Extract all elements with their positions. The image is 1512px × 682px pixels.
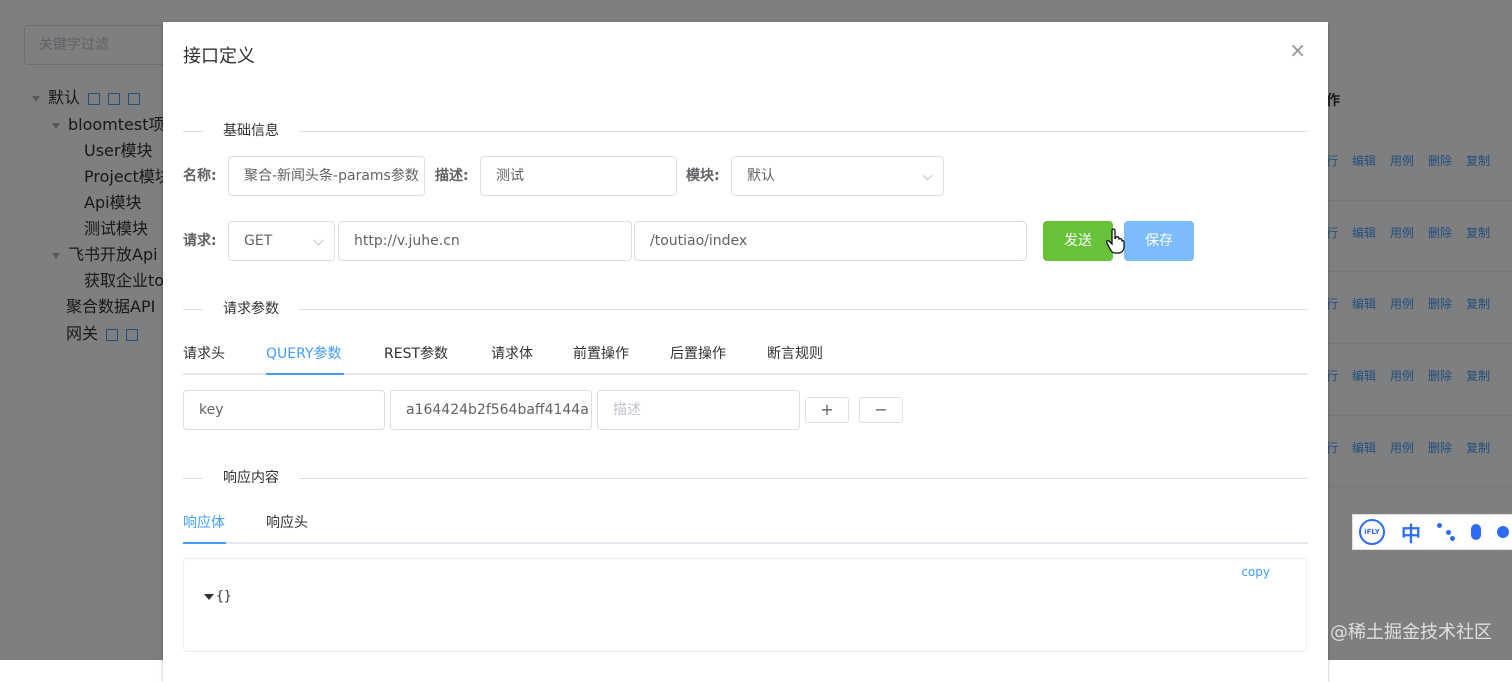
param-tabs: 请求头 QUERY参数 REST参数 请求体 前置操作 后置操作 断言规则 [183,334,1308,374]
send-button[interactable]: 发送 [1043,221,1113,261]
dialog-title: 接口定义 [183,46,255,67]
request-label: 请求: [183,233,217,249]
request-params-divider: 请求参数 [183,299,1308,319]
response-body-viewer: copy {} [183,558,1307,652]
tabs-underline [183,542,1308,544]
close-icon[interactable]: × [1289,40,1306,60]
ifly-logo-icon[interactable]: iFLY [1359,519,1385,545]
tab-rest-params[interactable]: REST参数 [384,334,448,374]
section-title: 请求参数 [203,299,299,319]
method-select[interactable]: GET [228,221,335,261]
add-param-button[interactable]: + [805,397,849,423]
watermark: @稀土掘金技术社区 [1330,622,1492,643]
desc-input[interactable]: 测试 [480,156,677,196]
json-tree: {} [204,589,232,604]
copy-button[interactable]: copy [1241,565,1270,579]
active-tab-indicator [266,373,344,375]
module-label: 模块: [686,168,720,184]
section-title: 响应内容 [203,468,299,488]
path-input[interactable]: /toutiao/index [634,221,1027,261]
param-key-input[interactable]: key [183,390,385,430]
punctuation-icon[interactable] [1437,523,1455,541]
tab-assertion-rules[interactable]: 断言规则 [767,334,823,374]
user-icon[interactable] [1497,526,1509,538]
tab-post-operation[interactable]: 后置操作 [670,334,726,374]
tab-request-body[interactable]: 请求体 [491,334,533,374]
ime-toolbar: iFLY 中 [1352,514,1512,550]
module-select[interactable]: 默认 [731,156,944,196]
tab-response-body[interactable]: 响应体 [183,503,225,543]
name-label: 名称: [183,168,217,184]
api-definition-dialog: 接口定义 × 基础信息 名称: 聚合-新闻头条-params参数 描述: 测试 … [163,22,1328,682]
collapse-triangle-icon[interactable] [204,593,214,600]
name-input[interactable]: 聚合-新闻头条-params参数 [228,156,425,196]
desc-label: 描述: [435,168,469,184]
host-input[interactable]: http://v.juhe.cn [338,221,632,261]
chevron-down-icon [922,170,933,181]
active-tab-indicator [183,542,226,544]
tab-query-params[interactable]: QUERY参数 [266,334,342,374]
response-tabs: 响应体 响应头 [183,503,1308,543]
microphone-icon[interactable] [1471,524,1481,540]
hand-cursor-icon [1106,228,1125,254]
param-desc-input[interactable]: 描述 [597,390,800,430]
save-button[interactable]: 保存 [1124,221,1194,261]
section-title: 基础信息 [203,121,299,141]
param-value-input[interactable]: a164424b2f564baff4144a [390,390,592,430]
language-toggle[interactable]: 中 [1401,518,1421,547]
tab-response-headers[interactable]: 响应头 [266,503,308,543]
tab-pre-operation[interactable]: 前置操作 [573,334,629,374]
chevron-down-icon [313,235,324,246]
response-divider: 响应内容 [183,468,1308,488]
remove-param-button[interactable]: − [859,397,903,423]
basic-info-divider: 基础信息 [183,121,1308,141]
tab-headers[interactable]: 请求头 [183,334,225,374]
tabs-underline [183,373,1308,375]
